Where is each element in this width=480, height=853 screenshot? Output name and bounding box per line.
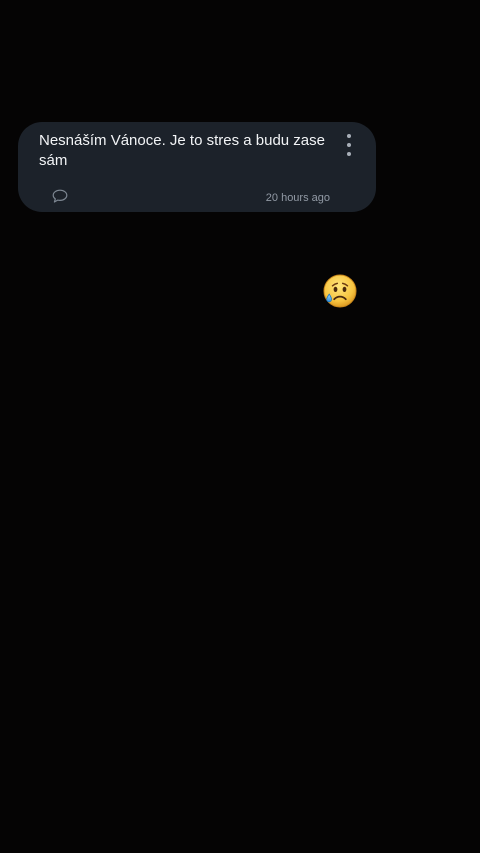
chat-screen: Nesnáším Vánoce. Je to stres a budu zase… <box>0 0 480 853</box>
menu-dot-icon <box>347 134 351 138</box>
message-text: Nesnáším Vánoce. Je to stres a budu zase… <box>39 132 325 169</box>
message-card[interactable]: Nesnáším Vánoce. Je to stres a budu zase… <box>18 122 376 212</box>
sad-crying-face-emoji-icon <box>323 274 357 308</box>
comment-button[interactable] <box>52 189 68 203</box>
comment-bubble-icon <box>52 189 68 203</box>
menu-dot-icon <box>347 152 351 156</box>
message-menu-button[interactable] <box>342 134 356 156</box>
menu-dot-icon <box>347 143 351 147</box>
message-timestamp: 20 hours ago <box>265 192 330 204</box>
